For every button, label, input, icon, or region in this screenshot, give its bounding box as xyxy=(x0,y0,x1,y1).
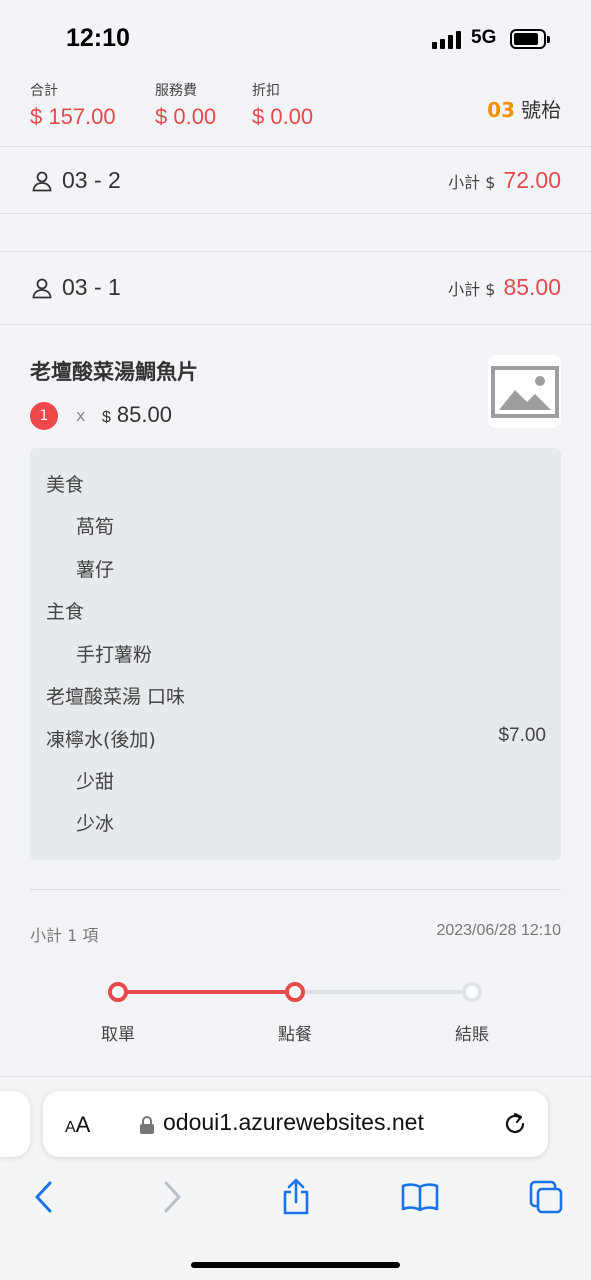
option-choice: 萵筍 xyxy=(76,516,115,538)
discount-block: 折扣 $ 0.00 xyxy=(252,80,313,130)
subtotal-label: 小計 $ xyxy=(448,280,496,299)
book-icon xyxy=(401,1183,439,1212)
quantity-badge: 1 xyxy=(30,402,58,430)
person-header: 03 - 1 xyxy=(30,274,121,301)
total-value: $ 157.00 xyxy=(30,104,116,129)
back-button[interactable] xyxy=(24,1177,64,1217)
forward-button[interactable] xyxy=(152,1177,192,1217)
step-dot-checkout xyxy=(462,982,482,1002)
service-fee-value: $ 0.00 xyxy=(155,104,217,129)
chevron-right-icon xyxy=(164,1181,181,1213)
home-indicator xyxy=(191,1262,400,1268)
table-number-value: 03 xyxy=(487,98,515,122)
subtotal-value: 85.00 xyxy=(503,274,561,300)
reader-options-button[interactable]: AA xyxy=(65,1112,90,1138)
step-label-checkout[interactable]: 結賬 xyxy=(442,1020,502,1045)
option-choice: 手打薯粉 xyxy=(76,644,153,666)
progress-track-complete xyxy=(118,990,295,994)
option-price: $7.00 xyxy=(498,725,546,746)
total-block: 合計 $ 157.00 xyxy=(30,80,116,130)
item-image[interactable] xyxy=(488,355,561,428)
subtotal-label: 小計 $ xyxy=(448,173,496,192)
divider xyxy=(30,889,561,890)
status-time: 12:10 xyxy=(66,24,130,52)
subtotal-value: 72.00 xyxy=(503,167,561,193)
step-dot-order xyxy=(285,982,305,1002)
item-count: 小計 1 項 xyxy=(30,926,99,945)
service-fee-block: 服務費 $ 0.00 xyxy=(155,80,216,130)
item-options: 美食 萵筍 薯仔 主食 手打薯粉 老壇酸菜湯 口味 凍檸水(後加) $7.00 … xyxy=(30,448,561,860)
person-icon xyxy=(32,171,52,191)
tabs-button[interactable] xyxy=(526,1177,566,1217)
person-subtotal: 小計 $ 85.00 xyxy=(448,274,561,301)
table-number: 03 號枱 xyxy=(487,94,561,123)
address-bar[interactable]: AA odoui1.azurewebsites.net xyxy=(43,1091,548,1157)
lock-icon xyxy=(140,1116,154,1134)
share-icon xyxy=(283,1178,309,1215)
person-subtotal: 小計 $ 72.00 xyxy=(448,167,561,194)
status-bar: 12:10 5G xyxy=(0,0,591,74)
person-name: 03 - 2 xyxy=(62,167,121,193)
browser-toolbar: AA odoui1.azurewebsites.net xyxy=(0,1076,591,1280)
person-row[interactable]: 03 - 1 小計 $ 85.00 xyxy=(0,252,591,324)
currency-symbol: $ xyxy=(102,409,111,426)
discount-value: $ 0.00 xyxy=(252,104,314,129)
option-category: 老壇酸菜湯 口味 xyxy=(46,686,186,708)
order-timestamp: 2023/06/28 12:10 xyxy=(436,922,561,939)
option-category: 凍檸水(後加) xyxy=(46,729,156,751)
item-price: $85.00 xyxy=(102,402,172,428)
person-row[interactable]: 03 - 2 小計 $ 72.00 xyxy=(0,147,591,213)
bookmarks-button[interactable] xyxy=(400,1177,440,1217)
option-choice: 少冰 xyxy=(76,813,115,835)
battery-icon xyxy=(510,29,550,49)
option-choice: 少甜 xyxy=(76,771,115,793)
cellular-signal-icon xyxy=(432,31,462,49)
network-type: 5G xyxy=(471,27,497,48)
progress-track-pending xyxy=(295,990,472,994)
table-number-suffix: 號枱 xyxy=(521,98,561,122)
person-icon xyxy=(32,278,52,298)
step-dot-pickup xyxy=(108,982,128,1002)
service-fee-label: 服務費 xyxy=(155,83,197,99)
share-button[interactable] xyxy=(276,1177,316,1217)
image-placeholder-icon xyxy=(490,365,559,418)
person-header: 03 - 2 xyxy=(30,167,121,194)
item-name[interactable]: 老壇酸菜湯鯛魚片 xyxy=(30,356,198,386)
times-sign: x xyxy=(76,406,86,425)
chevron-left-icon xyxy=(35,1181,52,1213)
step-label-pickup[interactable]: 取單 xyxy=(88,1020,148,1045)
total-label: 合計 xyxy=(30,83,58,99)
discount-label: 折扣 xyxy=(252,83,280,99)
previous-tab-edge[interactable] xyxy=(0,1091,30,1157)
divider xyxy=(0,324,591,325)
reload-icon[interactable] xyxy=(502,1111,528,1137)
option-category: 主食 xyxy=(46,601,85,623)
option-category: 美食 xyxy=(46,474,85,496)
url-text[interactable]: odoui1.azurewebsites.net xyxy=(163,1109,424,1136)
tabs-icon xyxy=(529,1180,563,1214)
order-summary: 合計 $ 157.00 服務費 $ 0.00 折扣 $ 0.00 03 號枱 xyxy=(0,74,591,144)
person-name: 03 - 1 xyxy=(62,274,121,300)
item-price-value: 85.00 xyxy=(116,402,172,427)
step-label-order[interactable]: 點餐 xyxy=(265,1020,325,1045)
divider xyxy=(0,213,591,214)
option-choice: 薯仔 xyxy=(76,559,115,581)
